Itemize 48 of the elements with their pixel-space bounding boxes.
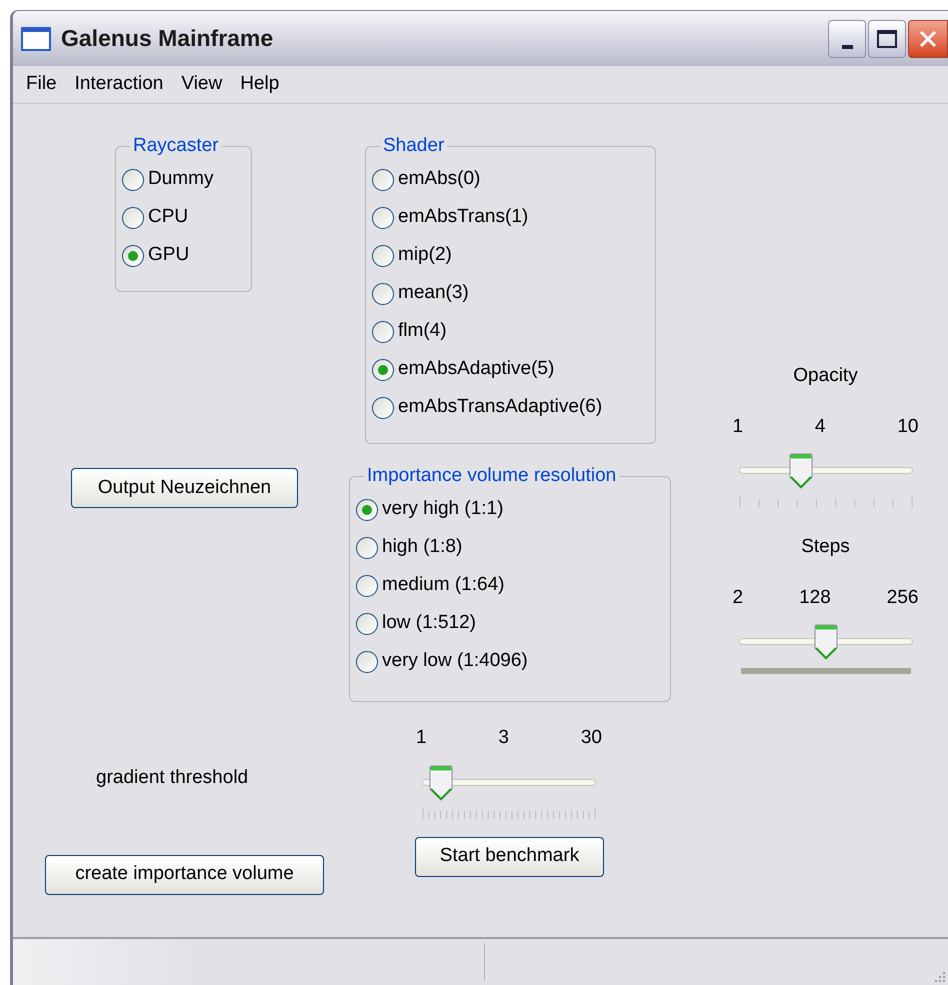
menu-item[interactable]: View xyxy=(174,70,230,99)
close-button[interactable] xyxy=(908,20,948,58)
scale-label: 30 xyxy=(580,726,602,750)
group-title: Importance volume resolution xyxy=(366,464,618,488)
radio-option[interactable]: medium (1:64) xyxy=(356,566,664,604)
scale-label: 10 xyxy=(897,414,918,438)
radio-option[interactable]: low (1:512) xyxy=(356,604,664,642)
radio-option[interactable]: GPU xyxy=(122,236,245,274)
maximize-button[interactable] xyxy=(868,20,906,58)
scale-label: 1 xyxy=(732,414,744,438)
minimize-button[interactable] xyxy=(828,20,866,58)
radio-option[interactable]: mip(2) xyxy=(372,236,649,274)
radio-option[interactable]: emAbs(0) xyxy=(372,160,649,198)
maximize-icon xyxy=(877,30,897,48)
window-icon xyxy=(21,26,51,50)
close-icon xyxy=(918,28,938,48)
push-button[interactable]: Start benchmark xyxy=(415,836,604,876)
gradient-threshold-label: gradient threshold xyxy=(96,766,248,790)
window-title: Galenus Mainframe xyxy=(61,24,274,54)
radio-option[interactable]: Dummy xyxy=(122,160,245,198)
minimize-icon xyxy=(842,44,852,48)
slider-title: Steps xyxy=(801,535,850,559)
radio-option[interactable]: emAbsTransAdaptive(6) xyxy=(372,388,649,426)
radio-option[interactable]: flm(4) xyxy=(372,312,649,350)
radio-option[interactable]: high (1:8) xyxy=(356,528,664,566)
radio-option[interactable]: very low (1:4096) xyxy=(356,642,664,680)
menu-item[interactable]: Interaction xyxy=(68,70,170,99)
scale-label: 4 xyxy=(814,414,826,438)
group-title: Shader xyxy=(382,134,446,158)
push-button[interactable]: create importance volume xyxy=(45,854,324,894)
slider-thumb[interactable] xyxy=(789,453,814,489)
radio-option[interactable]: emAbsAdaptive(5) xyxy=(372,350,649,388)
group-title: Raycaster xyxy=(132,134,220,158)
scale-label: 1 xyxy=(416,726,427,750)
scale-label: 256 xyxy=(886,586,918,610)
scale-label: 128 xyxy=(799,586,831,610)
slider-thumb[interactable] xyxy=(429,764,454,800)
scale-label: 3 xyxy=(498,726,509,750)
push-button[interactable]: Output Neuzeichnen xyxy=(71,468,298,508)
radio-option[interactable]: very high (1:1) xyxy=(356,490,664,528)
menu-item[interactable]: File xyxy=(19,70,64,99)
menu-item[interactable]: Help xyxy=(233,70,286,99)
slider-title: Opacity xyxy=(793,364,858,388)
radio-option[interactable]: emAbsTrans(1) xyxy=(372,198,649,236)
radio-option[interactable]: CPU xyxy=(122,198,245,236)
scale-label: 2 xyxy=(732,586,744,610)
slider-thumb[interactable] xyxy=(814,624,838,660)
radio-option[interactable]: mean(3) xyxy=(372,274,649,312)
